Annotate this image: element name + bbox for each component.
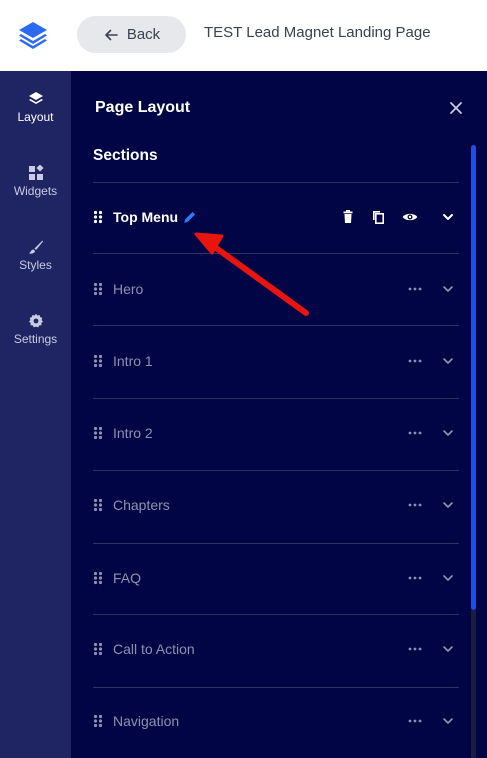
back-button-label: Back bbox=[126, 26, 161, 43]
section-row-call-to-action[interactable]: Call to Action bbox=[93, 634, 459, 664]
rail-item-layout[interactable]: Layout bbox=[0, 91, 71, 124]
brush-icon bbox=[28, 240, 43, 254]
close-icon[interactable] bbox=[448, 100, 464, 116]
widgets-icon bbox=[28, 165, 44, 180]
drag-handle-icon[interactable] bbox=[93, 571, 103, 585]
scrollbar-track[interactable] bbox=[471, 610, 476, 758]
page-title: TEST Lead Magnet Landing Page bbox=[204, 24, 431, 41]
sections-heading: Sections bbox=[93, 147, 158, 164]
more-options-icon[interactable] bbox=[407, 353, 423, 369]
more-options-icon[interactable] bbox=[407, 425, 423, 441]
left-rail: Layout Widgets Styles Settings bbox=[0, 71, 71, 758]
section-label: Top Menu bbox=[113, 209, 179, 225]
scrollbar-thumb[interactable] bbox=[471, 145, 476, 610]
pencil-edit-icon[interactable] bbox=[183, 211, 196, 224]
drag-handle-icon[interactable] bbox=[93, 642, 103, 656]
top-bar: Back TEST Lead Magnet Landing Page bbox=[0, 0, 487, 71]
divider bbox=[93, 614, 459, 615]
chevron-down-icon[interactable] bbox=[440, 497, 456, 513]
drag-handle-icon[interactable] bbox=[93, 498, 103, 512]
rail-item-label: Layout bbox=[17, 110, 54, 124]
back-button[interactable]: Back bbox=[77, 16, 186, 53]
drag-handle-icon[interactable] bbox=[93, 354, 103, 368]
drag-handle-icon[interactable] bbox=[93, 210, 103, 224]
chevron-down-icon[interactable] bbox=[440, 353, 456, 369]
more-options-icon[interactable] bbox=[407, 641, 423, 657]
arrow-left-icon bbox=[105, 29, 118, 40]
chevron-down-icon[interactable] bbox=[440, 641, 456, 657]
divider bbox=[93, 687, 459, 688]
chevron-down-icon[interactable] bbox=[440, 570, 456, 586]
rail-item-label: Widgets bbox=[13, 184, 58, 198]
section-row-intro-1[interactable]: Intro 1 bbox=[93, 346, 459, 376]
rail-item-settings[interactable]: Settings bbox=[0, 313, 71, 346]
section-label: Chapters bbox=[113, 497, 170, 513]
rail-item-label: Styles bbox=[19, 258, 52, 272]
more-options-icon[interactable] bbox=[407, 497, 423, 513]
divider bbox=[93, 470, 459, 471]
divider bbox=[93, 182, 459, 183]
section-label: Call to Action bbox=[113, 641, 195, 657]
more-options-icon[interactable] bbox=[407, 281, 423, 297]
chevron-down-icon[interactable] bbox=[440, 209, 456, 225]
divider bbox=[93, 253, 459, 254]
divider bbox=[93, 398, 459, 399]
section-row-top-menu[interactable]: Top Menu bbox=[93, 202, 459, 232]
drag-handle-icon[interactable] bbox=[93, 714, 103, 728]
drag-handle-icon[interactable] bbox=[93, 282, 103, 296]
rail-item-styles[interactable]: Styles bbox=[0, 239, 71, 272]
divider bbox=[93, 325, 459, 326]
chevron-down-icon[interactable] bbox=[440, 425, 456, 441]
chevron-down-icon[interactable] bbox=[440, 281, 456, 297]
section-row-chapters[interactable]: Chapters bbox=[93, 490, 459, 520]
section-label: Hero bbox=[113, 281, 144, 297]
layers-logo-icon[interactable] bbox=[16, 19, 50, 51]
panel-title: Page Layout bbox=[95, 99, 191, 116]
more-options-icon[interactable] bbox=[407, 713, 423, 729]
eye-visibility-icon[interactable] bbox=[402, 209, 418, 225]
section-row-intro-2[interactable]: Intro 2 bbox=[93, 418, 459, 448]
section-label: Navigation bbox=[113, 713, 180, 729]
chevron-down-icon[interactable] bbox=[440, 713, 456, 729]
section-label: Intro 1 bbox=[113, 353, 153, 369]
duplicate-icon[interactable] bbox=[370, 209, 386, 225]
divider bbox=[93, 543, 459, 544]
gear-icon bbox=[28, 313, 43, 328]
section-label: Intro 2 bbox=[113, 425, 153, 441]
drag-handle-icon[interactable] bbox=[93, 426, 103, 440]
section-row-navigation[interactable]: Navigation bbox=[93, 706, 459, 736]
rail-item-label: Settings bbox=[13, 332, 58, 346]
section-row-faq[interactable]: FAQ bbox=[93, 563, 459, 593]
more-options-icon[interactable] bbox=[407, 570, 423, 586]
page-layout-panel: Page Layout Sections Top Menu Hero Intro… bbox=[71, 71, 487, 758]
section-label: FAQ bbox=[113, 570, 142, 586]
layers-icon bbox=[28, 92, 43, 104]
trash-icon[interactable] bbox=[340, 209, 356, 225]
rail-item-widgets[interactable]: Widgets bbox=[0, 165, 71, 198]
section-row-hero[interactable]: Hero bbox=[93, 274, 459, 304]
